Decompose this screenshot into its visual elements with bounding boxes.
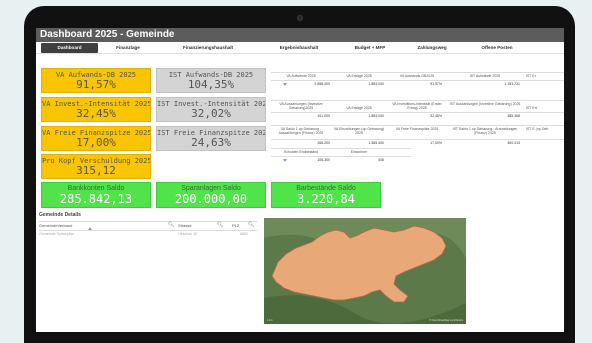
title-bar: Dashboard 2025 - Gemeinde [36,28,564,42]
table-divider [271,148,411,149]
details-divider [39,230,257,231]
table-divider [271,72,564,73]
table-value: 1.565.400 [368,141,384,145]
tab-zahlungsweg[interactable]: Zahlungsweg [402,43,462,53]
sort-arrow-icon[interactable] [283,159,287,162]
tab-finanzlage[interactable]: Finanzlage [100,43,156,53]
column-header[interactable]: PLZ [232,223,239,228]
table-value: 1.884.000 [368,114,384,118]
table-value: 406 [378,158,384,162]
column-header[interactable]: GemeindeVerband [39,223,72,228]
tab-finanzierungshaushalt[interactable]: Finanzierungshaushalt [158,43,258,53]
table-divider [271,80,564,81]
table-divider [271,156,411,157]
camera-dot [297,15,303,21]
kpi-ist-spitze[interactable]: IST Freie Finanzspitze 2025 24,63% [156,126,266,151]
details-title: Gemeinde Details [39,212,81,218]
kpi-bankkonten[interactable]: Bankkonten Saldo 285.842,13 [41,182,151,208]
table-value: 2.858.400 [314,82,330,86]
table-label: IST Saldo 1 op.Gebarung - Auszahlungen (… [452,127,518,135]
kpi-barbestand[interactable]: Barbestände Saldo 3.220,84 [271,182,381,208]
kpi-sparanlagen[interactable]: Sparanlagen Saldo 200.000,00 [156,182,266,208]
kpi-va-aufwands[interactable]: VA Aufwands-DB 2025 91,57% [41,68,151,93]
table-value: 17,00% [430,141,442,145]
search-icon[interactable]: 🔍︎ [248,222,254,228]
table-label: IST Ert [526,106,537,110]
sort-arrow-icon[interactable] [283,83,287,86]
table-value: 266.200 [317,141,330,145]
page-title: Dashboard 2025 - Gemeinde [40,29,175,40]
table-label: Einwohner [350,150,368,154]
map-view[interactable]: 1 km © OpenStreetMap contributors [264,218,466,324]
tab-offene-posten[interactable]: Offene Posten [464,43,530,53]
table-divider [271,125,564,126]
table-label: VA Investitions-Intensität (Erster Ertra… [392,102,442,110]
table-label: IST E (op.Geb [526,127,549,131]
kpi-value: 200.000,00 [174,192,248,206]
table-divider [271,100,564,101]
kpi-value: 24,63% [191,136,231,149]
list-item[interactable]: 6882 [240,232,248,236]
table-label: Schulden Endbestand [283,150,319,154]
kpi-ist-aufwands[interactable]: IST Aufwands-DB 2025 104,35% [156,68,266,93]
table-value: 91,57% [430,82,442,86]
table-label: VA Erträge 2025 [346,74,372,78]
kpi-value: 91,57% [76,78,116,91]
list-item[interactable]: Hirschau 10 [178,232,197,236]
tab-budget-mfp[interactable]: Budget + MFP [340,43,400,53]
table-label: IST Er [526,74,536,78]
tab-bar: Dashboard Finanzlage Finanzierungshausha… [36,42,564,54]
map-terrain [264,218,466,324]
table-label: VA Einzahlungen (op.Gebarung) 2025 [333,127,385,135]
kpi-ist-invest[interactable]: IST Invest.-Intensität 2025 32,02% [156,97,266,122]
table-label: IST Aufwände 2025 [469,74,501,78]
table-label: VA Saldo 1 op.Gebarung - Auszahlungen (F… [278,127,324,135]
kpi-value: 3.220,84 [297,192,355,206]
table-label: IST Auszahlungen (Investive Gebarung) 20… [449,102,521,106]
kpi-value: 104,35% [187,78,235,91]
kpi-value: 285.842,13 [59,192,133,206]
kpi-value: 17,00% [76,136,116,149]
tab-ergebnishaushalt[interactable]: Ergebnishaushalt [260,43,338,53]
table-value: 385.368 [507,114,520,118]
map-credit: © OpenStreetMap contributors [429,319,463,322]
list-item[interactable]: Gemeinde Schnepfau [39,232,74,236]
column-header[interactable]: Strasse [178,223,192,228]
dashboard-screen: Dashboard 2025 - Gemeinde Dashboard Fina… [36,28,564,332]
search-icon[interactable]: 🔍︎ [168,222,174,228]
table-label: VA Aufwands-DB2025 [399,74,435,78]
search-icon[interactable]: 🔍︎ [217,222,223,228]
kpi-va-spitze[interactable]: VA Freie Finanzspitze 2025 17,00% [41,126,151,151]
table-label: VA Erträge 2025 [346,106,372,110]
table-value: 32,45% [430,114,442,118]
table-label: VA Aufwände 2025 [286,74,316,78]
table-label: VA Freie Finanzspitze 2025 [395,127,439,131]
table-divider [271,112,564,113]
table-value: 300.413 [507,141,520,145]
details-divider [39,221,257,222]
table-value: 611.000 [317,114,330,118]
kpi-value: 315,12 [76,164,116,177]
table-value: 1.153.231 [504,82,520,86]
map-scale: 1 km [267,319,273,322]
tab-dashboard[interactable]: Dashboard [41,42,98,53]
kpi-va-invest[interactable]: VA Invest.-Intensität 2025 32,45% [41,97,151,122]
table-label: VA Auszahlungen (Investive Gebarung)2025 [279,102,323,110]
tablet-frame: Dashboard 2025 - Gemeinde Dashboard Fina… [24,6,575,343]
table-value: 106.300 [317,158,330,162]
kpi-value: 32,45% [76,107,116,120]
table-divider [271,139,564,140]
kpi-value: 32,02% [191,107,231,120]
table-value: 1.884.000 [368,82,384,86]
kpi-pro-kopf[interactable]: Pro Kopf Verschuldung 2025 315,12 [41,154,151,179]
